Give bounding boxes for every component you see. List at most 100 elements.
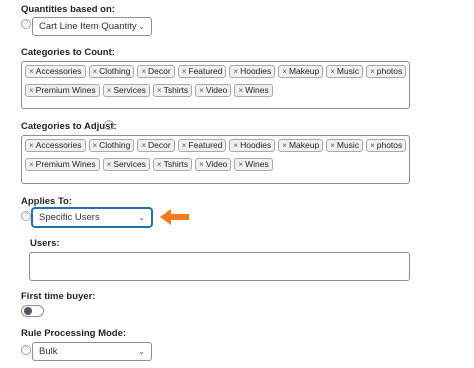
category-tag-label: Services	[113, 85, 146, 95]
categories-count-label: Categories to Count:	[21, 47, 115, 58]
category-tag-label: Decor	[148, 140, 171, 150]
category-tag-label: Premium Wines	[35, 159, 96, 169]
remove-tag-icon[interactable]: ×	[199, 160, 204, 169]
help-icon[interactable]: ?	[104, 120, 114, 130]
remove-tag-icon[interactable]: ×	[93, 67, 98, 76]
category-tag[interactable]: × Wines	[234, 158, 273, 171]
category-tag[interactable]: × Clothing	[88, 65, 135, 78]
tag-row: × Accessories × Clothing × Decor × Featured × Hoo…	[25, 139, 409, 152]
applies-to-label: Applies To:	[21, 196, 73, 207]
category-tag[interactable]: × Tshirts	[152, 158, 193, 171]
remove-tag-icon[interactable]: ×	[282, 67, 287, 76]
remove-tag-icon[interactable]: ×	[93, 141, 98, 150]
remove-tag-icon[interactable]: ×	[238, 86, 243, 95]
category-tag[interactable]: × Featured	[177, 139, 227, 152]
toggle-knob	[24, 307, 32, 315]
category-tag[interactable]: × Makeup	[278, 139, 324, 152]
category-tag[interactable]: × Video	[195, 158, 232, 171]
remove-tag-icon[interactable]: ×	[182, 141, 187, 150]
category-tag[interactable]: × Premium Wines	[25, 158, 100, 171]
remove-tag-icon[interactable]: ×	[157, 160, 162, 169]
remove-tag-icon[interactable]: ×	[370, 141, 375, 150]
remove-tag-icon[interactable]: ×	[370, 67, 375, 76]
category-tag-label: Accessories	[35, 140, 82, 150]
remove-tag-icon[interactable]: ×	[233, 67, 238, 76]
category-tag[interactable]: × Clothing	[88, 139, 135, 152]
category-tag-label: Premium Wines	[35, 85, 96, 95]
category-tag[interactable]: × Services	[102, 158, 150, 171]
category-tag-label: Featured	[188, 140, 223, 150]
category-tag-label: Clothing	[99, 140, 131, 150]
rule-processing-label: Rule Processing Mode:	[21, 328, 127, 339]
category-tag[interactable]: × Featured	[177, 65, 227, 78]
category-tag[interactable]: × photos	[366, 65, 407, 78]
chevron-down-icon: ⌄	[138, 347, 145, 356]
category-tag-label: Featured	[188, 66, 223, 76]
first-time-buyer-label: First time buyer:	[21, 291, 96, 302]
category-tag-label: Hoodies	[240, 66, 272, 76]
remove-tag-icon[interactable]: ×	[330, 67, 335, 76]
applies-to-select-value: Specific Users	[39, 212, 100, 223]
category-tag-label: Video	[205, 159, 228, 169]
category-tag[interactable]: × photos	[366, 139, 407, 152]
remove-tag-icon[interactable]: ×	[182, 67, 187, 76]
category-tag[interactable]: × Accessories	[25, 65, 86, 78]
category-tag[interactable]: × Hoodies	[229, 139, 276, 152]
first-time-buyer-toggle[interactable]	[21, 305, 44, 317]
category-tag[interactable]: × Tshirts	[152, 84, 193, 97]
category-tag-label: Clothing	[99, 66, 131, 76]
remove-tag-icon[interactable]: ×	[233, 141, 238, 150]
tag-row: × Premium Wines × Services × Tshirts × Video × Wi…	[25, 84, 409, 97]
category-tag[interactable]: × Premium Wines	[25, 84, 100, 97]
help-icon[interactable]: ?	[21, 345, 31, 355]
chevron-down-icon: ⌄	[138, 22, 145, 31]
rule-processing-select[interactable]: Bulk ⌄	[32, 342, 152, 361]
category-tag[interactable]: × Accessories	[25, 139, 86, 152]
remove-tag-icon[interactable]: ×	[282, 141, 287, 150]
category-tag[interactable]: × Music	[326, 65, 364, 78]
help-icon[interactable]: ?	[21, 211, 31, 221]
category-tag[interactable]: × Makeup	[278, 65, 324, 78]
category-tag-label: Video	[205, 85, 228, 95]
rule-processing-select-value: Bulk	[39, 346, 58, 357]
remove-tag-icon[interactable]: ×	[29, 67, 34, 76]
category-tag[interactable]: × Video	[195, 84, 232, 97]
applies-to-select[interactable]: Specific Users ⌄	[32, 208, 152, 227]
arrow-left-icon	[160, 209, 189, 225]
remove-tag-icon[interactable]: ×	[157, 86, 162, 95]
remove-tag-icon[interactable]: ×	[29, 160, 34, 169]
category-tag[interactable]: × Wines	[234, 84, 273, 97]
category-tag[interactable]: × Services	[102, 84, 150, 97]
tag-row: × Accessories × Clothing × Decor × Featured × Hoo…	[25, 65, 409, 78]
remove-tag-icon[interactable]: ×	[29, 86, 34, 95]
category-tag-label: Wines	[245, 85, 269, 95]
remove-tag-icon[interactable]: ×	[141, 141, 146, 150]
users-label: Users:	[30, 238, 60, 249]
users-input[interactable]	[29, 252, 410, 281]
category-tag-label: Music	[336, 66, 360, 76]
chevron-down-icon: ⌄	[138, 213, 145, 222]
remove-tag-icon[interactable]: ×	[330, 141, 335, 150]
remove-tag-icon[interactable]: ×	[199, 86, 204, 95]
category-tag-label: Services	[113, 159, 146, 169]
category-tag-label: photos	[376, 66, 403, 76]
category-tag-label: Decor	[148, 66, 171, 76]
category-tag-label: Makeup	[288, 66, 320, 76]
remove-tag-icon[interactable]: ×	[29, 141, 34, 150]
remove-tag-icon[interactable]: ×	[141, 67, 146, 76]
quantities-select-value: Cart Line Item Quantity	[39, 21, 137, 32]
remove-tag-icon[interactable]: ×	[238, 160, 243, 169]
category-tag[interactable]: × Music	[326, 139, 364, 152]
category-tag[interactable]: × Hoodies	[229, 65, 276, 78]
category-tag[interactable]: × Decor	[137, 65, 175, 78]
remove-tag-icon[interactable]: ×	[107, 160, 112, 169]
category-tag[interactable]: × Decor	[137, 139, 175, 152]
category-tag-label: Tshirts	[163, 85, 189, 95]
categories-adjust-field[interactable]: × Accessories × Clothing × Decor × Featured × Hoo…	[21, 135, 410, 184]
categories-count-field[interactable]: × Accessories × Clothing × Decor × Featured × Hoo…	[21, 61, 410, 109]
remove-tag-icon[interactable]: ×	[107, 86, 112, 95]
category-tag-label: photos	[376, 140, 403, 150]
category-tag-label: Makeup	[288, 140, 320, 150]
quantities-select[interactable]: Cart Line Item Quantity ⌄	[32, 17, 152, 36]
help-icon[interactable]: ?	[21, 19, 31, 29]
